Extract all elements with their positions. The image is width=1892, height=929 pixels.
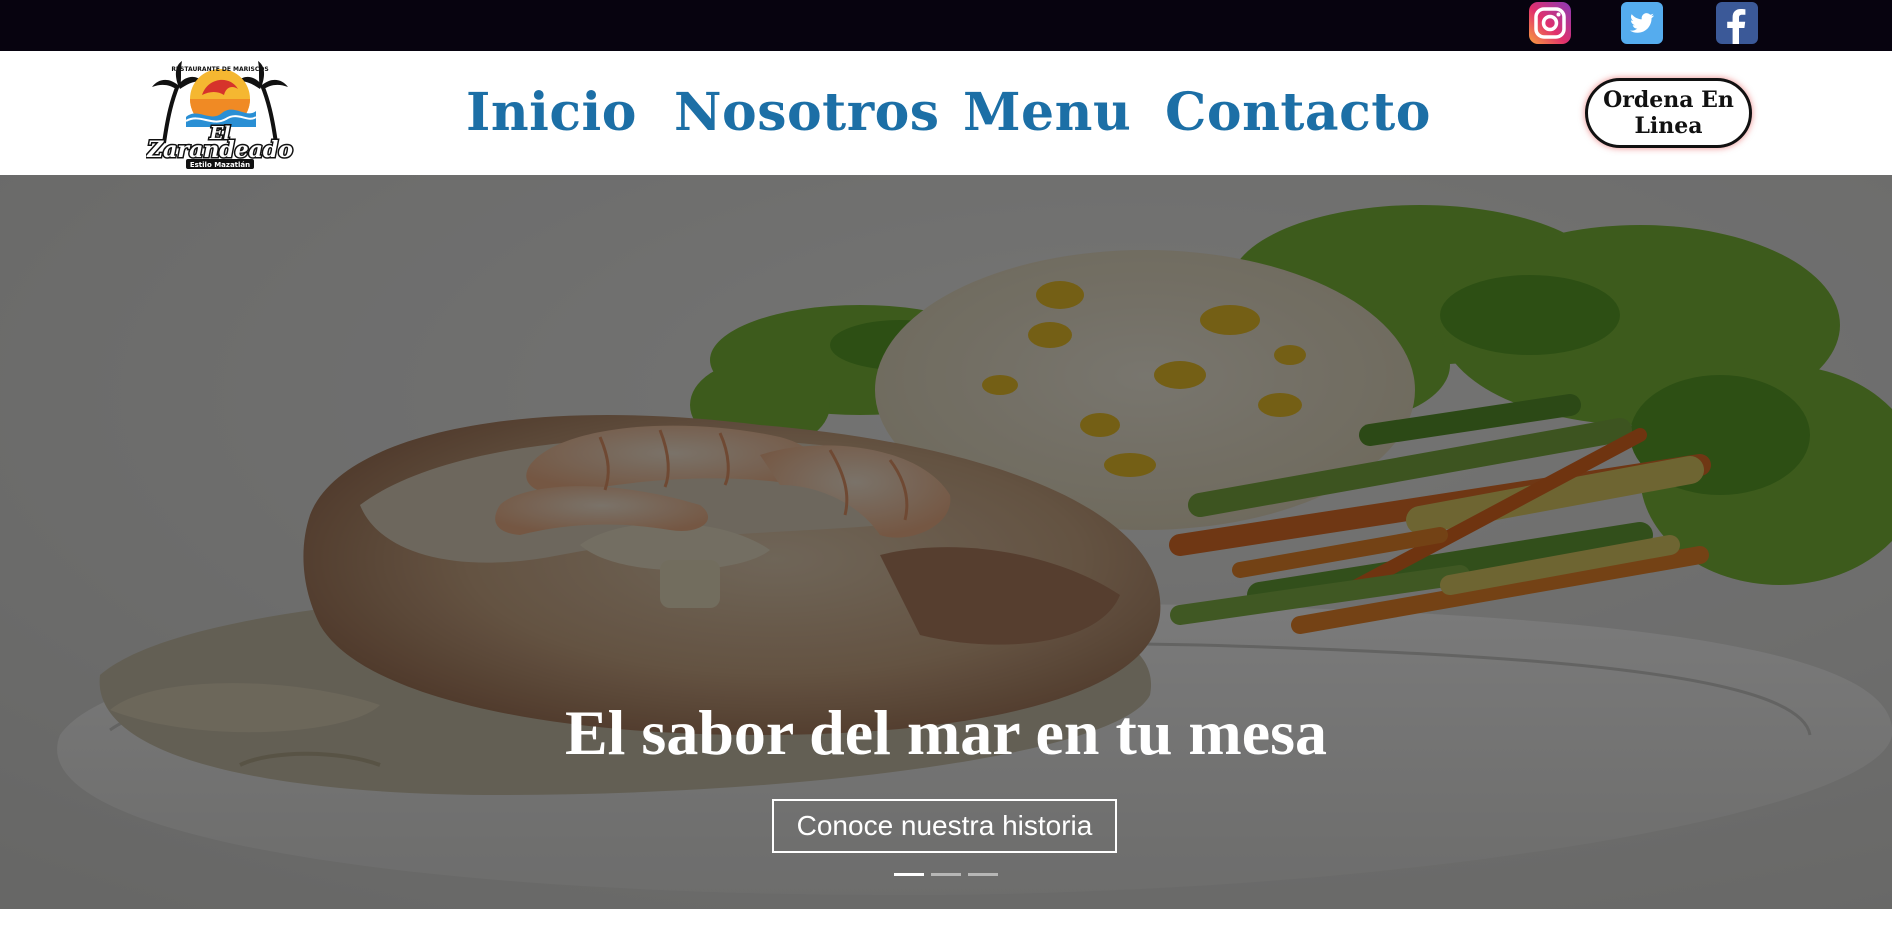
instagram-icon[interactable] — [1529, 2, 1571, 44]
twitter-icon[interactable] — [1621, 2, 1663, 44]
our-story-button[interactable]: Conoce nuestra historia — [772, 799, 1117, 853]
restaurant-logo[interactable]: RESTAURANTE DE MARISCOS El Zarandeado Es… — [146, 55, 294, 171]
nav-item-inicio[interactable]: Inicio — [466, 81, 637, 145]
facebook-icon[interactable] — [1716, 2, 1758, 44]
nav-item-menu[interactable]: Menu — [963, 81, 1131, 145]
hero-carousel: El sabor del mar en tu mesa Conoce nuest… — [0, 175, 1892, 909]
carousel-indicator-2[interactable] — [931, 873, 961, 876]
logo-tagline: Estilo Mazatlán — [190, 161, 250, 169]
carousel-indicators — [894, 873, 998, 879]
nav-item-contacto[interactable]: Contacto — [1165, 81, 1431, 145]
main-navbar: RESTAURANTE DE MARISCOS El Zarandeado Es… — [0, 51, 1892, 175]
logo-arc-text: RESTAURANTE DE MARISCOS — [171, 66, 268, 73]
carousel-indicator-1[interactable] — [894, 873, 924, 876]
order-online-button[interactable]: Ordena En Linea — [1585, 78, 1752, 148]
nav-item-nosotros[interactable]: Nosotros — [674, 81, 940, 145]
top-bar — [0, 0, 1892, 51]
carousel-indicator-3[interactable] — [968, 873, 998, 876]
hero-title: El sabor del mar en tu mesa — [564, 697, 1328, 768]
page-content-start — [0, 909, 1892, 929]
